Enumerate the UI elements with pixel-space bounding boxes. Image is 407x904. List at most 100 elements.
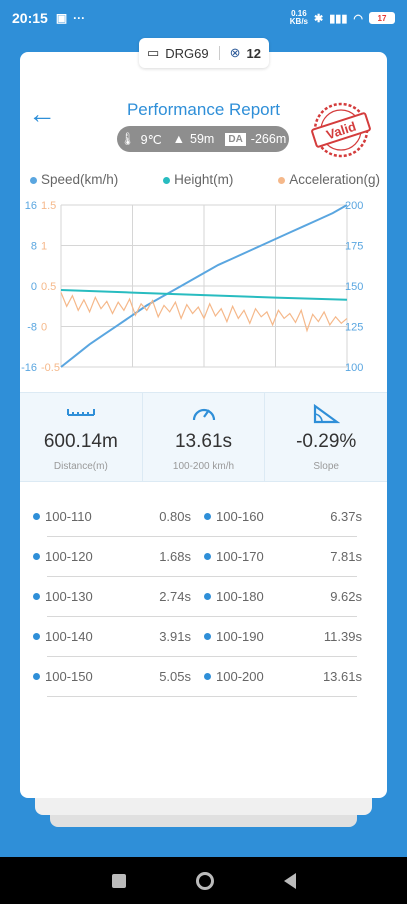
stats-panel: 600.14m Distance(m) 13.61s 100-200 km/h … (20, 392, 387, 482)
bullet-icon (204, 593, 211, 601)
tick-label: 16 (25, 200, 37, 212)
slope-icon (265, 403, 387, 429)
row-divider (47, 536, 357, 537)
split-range: 100-110 (45, 509, 92, 524)
divider (218, 46, 220, 60)
thermometer-icon: 🌡 (119, 131, 136, 146)
split-cell: 100-170 7.81s (204, 549, 362, 564)
stat-value: 600.14m (43, 431, 118, 452)
split-time: 2.74s (159, 589, 191, 604)
conditions-pill: 🌡 9℃ ▲ 59m DA -266m (117, 126, 289, 152)
split-row: 100-130 2.74s 100-180 9.62s (20, 579, 387, 619)
split-time: 7.81s (330, 549, 362, 564)
split-row: 100-150 5.05s 100-200 13.61s (20, 659, 387, 699)
split-cell: 100-120 1.68s (33, 549, 191, 564)
legend-item[interactable]: Acceleration(g) (278, 172, 380, 187)
android-nav-bar (0, 857, 407, 904)
legend-item[interactable]: Height(m) (163, 172, 233, 187)
split-cell: 100-160 6.37s (204, 509, 362, 524)
bullet-icon (204, 673, 211, 681)
split-range: 100-180 (216, 589, 264, 604)
tick-label: -16 (21, 362, 37, 374)
notification-icon: ▣ (55, 11, 68, 25)
tick-label: -8 (27, 322, 37, 334)
split-range: 100-190 (216, 629, 264, 644)
tick-label: 1 (41, 241, 47, 253)
tick-label: 200 (345, 200, 363, 212)
split-time: 5.05s (159, 669, 191, 684)
bullet-icon (204, 633, 211, 641)
bullet-icon (33, 513, 40, 521)
more-notifications-icon: ··· (73, 11, 86, 25)
legend-swatch (163, 176, 171, 184)
split-time: 9.62s (330, 589, 362, 604)
tick-label: 0 (31, 281, 37, 293)
legend-swatch (30, 176, 37, 184)
bluetooth-icon: ✱ (314, 12, 324, 25)
tick-label: 8 (31, 241, 37, 253)
satellite-count: 12 (246, 45, 262, 61)
split-cell: 100-140 3.91s (33, 629, 191, 644)
speedometer-icon (143, 403, 265, 429)
splits-table: 100-110 0.80s 100-160 6.37s 100-120 1.68s 100-… (20, 499, 387, 699)
report-card: ← Performance Report 🌡 9℃ ▲ 59m DA -266m… (20, 52, 387, 798)
tick-label: 100 (345, 362, 363, 374)
split-cell: 100-150 5.05s (33, 669, 191, 684)
tick-label: -0.5 (41, 362, 60, 374)
ruler-icon (20, 403, 142, 429)
split-range: 100-120 (45, 549, 93, 564)
split-range: 100-150 (45, 669, 93, 684)
tick-label: 0.5 (41, 281, 56, 293)
valid-stamp: Valid (311, 102, 371, 158)
signal-icon: ▮▮▮ (329, 12, 348, 25)
wifi-icon: ◠ (353, 12, 363, 25)
tick-label: 175 (345, 241, 363, 253)
status-time: 20:15 (12, 10, 48, 26)
split-time: 3.91s (159, 629, 191, 644)
stat-label: 100-200 km/h (172, 461, 235, 472)
card-shadow-mid (35, 795, 372, 815)
legend-label: Height(m) (174, 172, 234, 187)
density-altitude-value: -266m (250, 132, 287, 146)
tick-label: 0 (41, 322, 47, 334)
bullet-icon (204, 553, 211, 561)
split-range: 100-140 (45, 629, 93, 644)
split-time: 11.39s (323, 629, 362, 644)
device-icon: ▭ (146, 45, 160, 60)
home-button[interactable] (195, 871, 214, 890)
bullet-icon (33, 593, 40, 601)
performance-chart: 16 8 0 -8 -16 1.5 1 0.5 0 -0.5 200 175 150 125 100 (20, 197, 387, 377)
bullet-icon (33, 553, 40, 561)
legend-item[interactable]: Speed(km/h) (30, 172, 118, 187)
device-pill[interactable]: ▭ DRG69 ⊗ 12 (139, 38, 269, 68)
stat-slope: -0.29% Slope (265, 393, 387, 481)
altitude-value: 59m (190, 132, 215, 146)
chart-svg: 16 8 0 -8 -16 1.5 1 0.5 0 -0.5 200 175 150 125 100 (21, 200, 363, 374)
stat-label: Slope (313, 461, 339, 472)
stat-value: -0.29% (296, 431, 357, 452)
stat-distance: 600.14m Distance(m) (20, 393, 143, 481)
split-row: 100-110 0.80s 100-160 6.37s (20, 499, 387, 539)
split-range: 100-200 (216, 669, 264, 684)
satellite-icon: ⊗ (229, 45, 241, 60)
device-name: DRG69 (165, 45, 209, 61)
temperature-value: 9℃ (140, 132, 162, 147)
stat-label: Distance(m) (53, 461, 108, 472)
row-divider (47, 656, 357, 657)
split-time: 6.37s (330, 509, 362, 524)
tick-label: 150 (345, 281, 363, 293)
bullet-icon (33, 633, 40, 641)
legend-swatch (278, 176, 286, 184)
split-time: 1.68s (159, 549, 191, 564)
recents-button[interactable] (111, 873, 126, 888)
back-button[interactable] (283, 872, 296, 889)
tick-label: 125 (345, 322, 363, 334)
row-divider (47, 616, 357, 617)
split-cell: 100-200 13.61s (204, 669, 362, 684)
split-range: 100-160 (216, 509, 264, 524)
split-cell: 100-110 0.80s (33, 509, 191, 524)
split-time: 0.80s (159, 509, 191, 524)
split-range: 100-170 (216, 549, 264, 564)
density-altitude-icon: DA (225, 132, 246, 146)
net-speed: 0.16 KB/s (289, 9, 308, 26)
